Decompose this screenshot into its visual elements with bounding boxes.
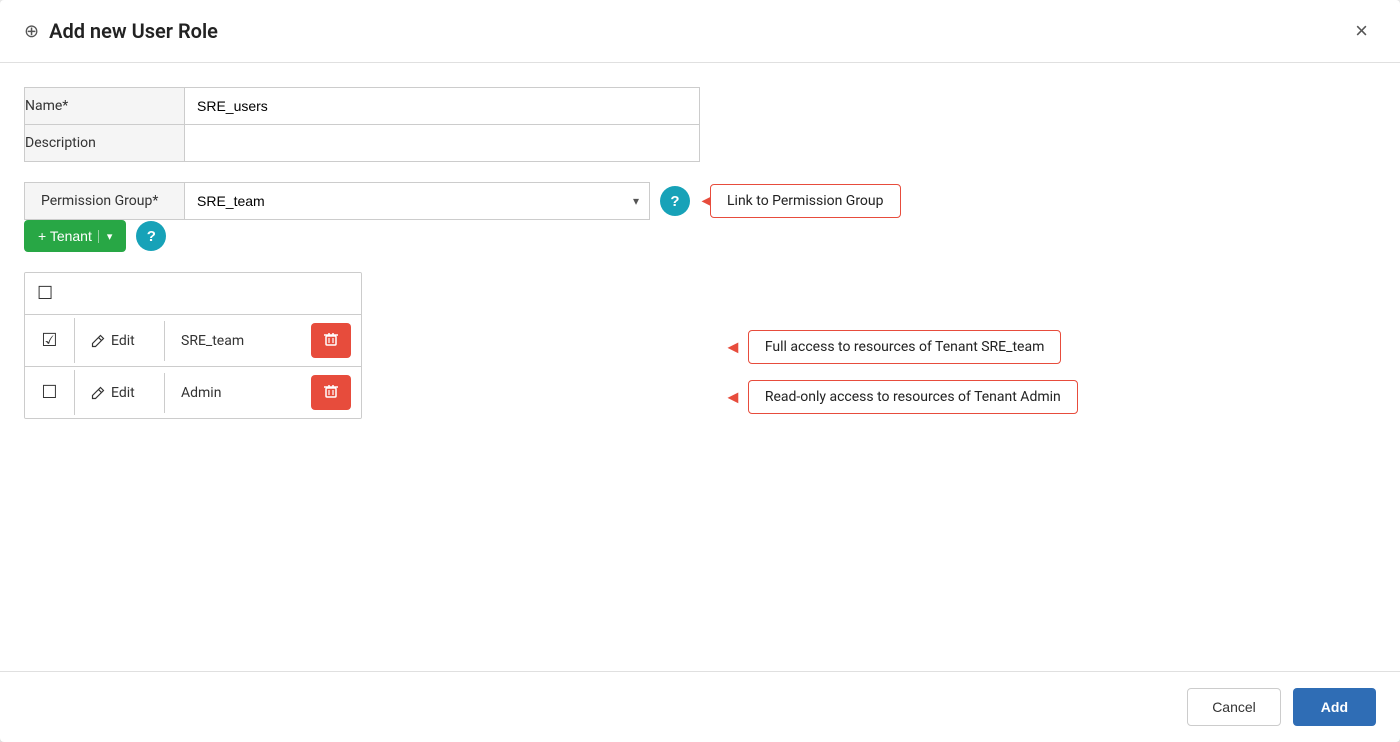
admin-checkbox-icon: ☐	[41, 382, 57, 403]
close-button[interactable]: ×	[1347, 16, 1376, 46]
tenant-check-admin[interactable]: ☐	[25, 370, 75, 415]
admin-callout-arrow-icon: ◄	[724, 387, 742, 408]
description-label: Description	[25, 125, 185, 162]
sre-checkbox-icon: ☑	[41, 330, 57, 351]
name-row: Name*	[25, 88, 700, 125]
sre-callout: Full access to resources of Tenant SRE_t…	[748, 330, 1062, 364]
edit-pencil-icon	[91, 334, 105, 348]
tenant-row-admin: ☐ Edit Admin	[25, 367, 361, 418]
delete-sre-button[interactable]	[311, 323, 351, 358]
name-input-cell	[185, 88, 700, 125]
name-label: Name*	[25, 88, 185, 125]
tenant-table: ☐ ☑ Edit SR	[24, 272, 362, 419]
admin-callout: Read-only access to resources of Tenant …	[748, 380, 1078, 414]
dropdown-arrow-icon: ▾	[98, 230, 113, 243]
description-input[interactable]	[185, 125, 699, 161]
select-arrow-icon: ▾	[623, 194, 649, 208]
tenant-name-admin: Admin	[165, 373, 301, 413]
tenant-delete-sre	[301, 315, 361, 366]
description-input-cell	[185, 125, 700, 162]
dialog-footer: Cancel Add	[0, 671, 1400, 742]
edit-pencil-icon-admin	[91, 386, 105, 400]
trash-icon-admin	[323, 383, 339, 399]
header-checkbox-icon: ☐	[37, 283, 53, 304]
tenant-table-section: ☐ ☑ Edit SR	[24, 272, 1376, 439]
add-button[interactable]: Add	[1293, 688, 1376, 726]
admin-callout-wrapper: ◄ Read-only access to resources of Tenan…	[724, 372, 1078, 422]
dialog-title: Add new User Role	[49, 19, 1347, 43]
add-tenant-button[interactable]: + Tenant ▾	[24, 220, 126, 252]
link-to-permission-group-callout: Link to Permission Group	[710, 184, 901, 218]
tenant-help-button[interactable]: ?	[136, 221, 166, 251]
edit-sre-button[interactable]: Edit	[75, 321, 165, 361]
permission-group-label: Permission Group*	[25, 183, 185, 219]
permission-group-select-cell: SRE_team Admin ReadOnly ▾	[185, 183, 649, 219]
permission-group-row: Permission Group* SRE_team Admin ReadOnl…	[24, 182, 650, 220]
dialog-body: Name* Description Permission Group* SRE_…	[0, 63, 1400, 671]
drag-icon: ⊕	[24, 21, 39, 42]
permission-group-section: Permission Group* SRE_team Admin ReadOnl…	[24, 182, 1376, 220]
tenant-callouts: ◄ Full access to resources of Tenant SRE…	[724, 322, 1078, 422]
permission-help-button[interactable]: ?	[660, 186, 690, 216]
name-input[interactable]	[185, 88, 699, 124]
tenant-row-sre: ☑ Edit SRE_team	[25, 315, 361, 367]
tenant-check-sre[interactable]: ☑	[25, 318, 75, 363]
add-tenant-label: + Tenant	[38, 228, 92, 244]
edit-admin-button[interactable]: Edit	[75, 373, 165, 413]
trash-icon-sre	[323, 331, 339, 347]
tenant-table-container: ☐ ☑ Edit SR	[24, 272, 700, 439]
sre-callout-wrapper: ◄ Full access to resources of Tenant SRE…	[724, 322, 1078, 372]
description-row: Description	[25, 125, 700, 162]
delete-admin-button[interactable]	[311, 375, 351, 410]
tenant-table-header: ☐	[25, 273, 361, 315]
tenant-delete-admin	[301, 367, 361, 418]
add-user-role-dialog: ⊕ Add new User Role × Name* Description	[0, 0, 1400, 742]
edit-admin-label: Edit	[111, 385, 135, 401]
form-table: Name* Description	[24, 87, 700, 162]
link-callout-wrapper: ◄ Link to Permission Group	[710, 184, 901, 218]
edit-sre-label: Edit	[111, 333, 135, 349]
tenant-section: + Tenant ▾ ?	[24, 220, 1376, 252]
cancel-button[interactable]: Cancel	[1187, 688, 1281, 726]
sre-callout-arrow-icon: ◄	[724, 337, 742, 358]
tenant-name-sre: SRE_team	[165, 321, 301, 361]
permission-group-select[interactable]: SRE_team Admin ReadOnly	[185, 183, 623, 219]
dialog-header: ⊕ Add new User Role ×	[0, 0, 1400, 63]
